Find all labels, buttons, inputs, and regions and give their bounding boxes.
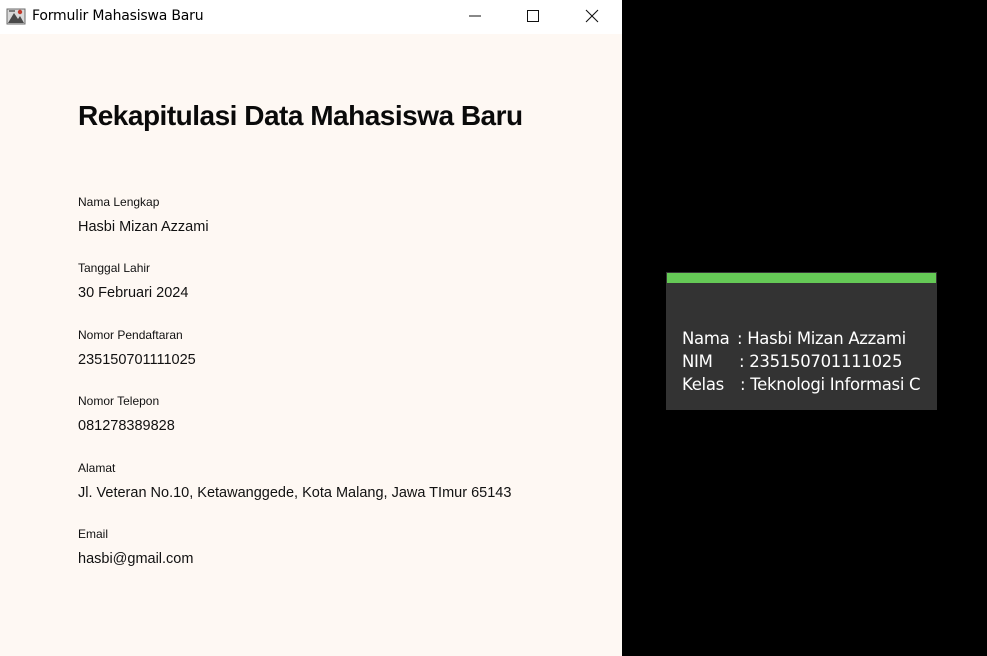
close-button[interactable] [563,0,621,32]
toast-key: Nama [682,329,730,348]
maximize-button[interactable] [504,0,562,32]
field-value: 235150701111025 [78,351,196,368]
field-email: Email hasbi@gmail.com [78,527,598,593]
field-label: Nama Lengkap [78,195,160,209]
toast-value: : Teknologi Informasi C [740,375,921,394]
field-label: Email [78,526,109,541]
toast-row-nama: Nama : Hasbi Mizan Azzami [682,327,920,350]
field-label: Tanggal Lahir [78,261,151,276]
toast-value: : Hasbi Mizan Azzami [737,329,906,348]
notification-toast[interactable]: Nama : Hasbi Mizan Azzami NIM : 2351507011… [666,272,937,410]
field-value: Hasbi Mizan Azzami [78,219,209,235]
toast-row-kelas: Kelas : Teknologi Informasi C [682,373,921,396]
field-nama-lengkap: Nama Lengkap Hasbi Mizan Azzami [78,195,598,261]
field-label: Nomor Telepon [78,394,160,409]
toast-value: : 235150701111025 [739,352,903,371]
toast-row-nim: NIM : 235150701111025 [682,350,920,373]
toast-key: Kelas [682,375,724,394]
title-bar[interactable]: Formulir Mahasiswa Baru [0,0,622,34]
toast-accent-bar [667,273,936,283]
minimize-icon [469,15,481,17]
field-value: 30 Februari 2024 [78,285,189,302]
field-nomor-pendaftaran: Nomor Pendaftaran 235150701111025 [78,328,598,394]
page-title: Rekapitulasi Data Mahasiswa Baru [78,100,523,131]
java-app-icon [6,6,26,26]
field-nomor-telepon: Nomor Telepon 081278389828 [78,394,598,460]
toast-key: NIM [682,352,713,371]
minimize-button[interactable] [446,0,504,32]
field-value: Jl. Veteran No.10, Ketawanggede, Kota Ma… [78,484,512,501]
maximize-icon [527,10,539,22]
app-window: Formulir Mahasiswa Baru Rekapitulasi Dat… [0,0,622,656]
field-tanggal-lahir: Tanggal Lahir 30 Februari 2024 [78,261,598,327]
field-list: Nama Lengkap Hasbi Mizan Azzami Tanggal … [78,195,598,593]
field-label: Nomor Pendaftaran [78,327,183,342]
close-icon [585,9,599,23]
field-value: hasbi@gmail.com [78,550,194,567]
field-alamat: Alamat Jl. Veteran No.10, Ketawanggede, … [78,461,598,527]
toast-message: Nama : Hasbi Mizan Azzami NIM : 2351507011… [682,327,921,396]
field-value: 081278389828 [78,418,175,435]
field-label: Alamat [78,460,116,475]
content-panel: Rekapitulasi Data Mahasiswa Baru Nama Le… [78,98,598,593]
window-title: Formulir Mahasiswa Baru [32,8,204,24]
